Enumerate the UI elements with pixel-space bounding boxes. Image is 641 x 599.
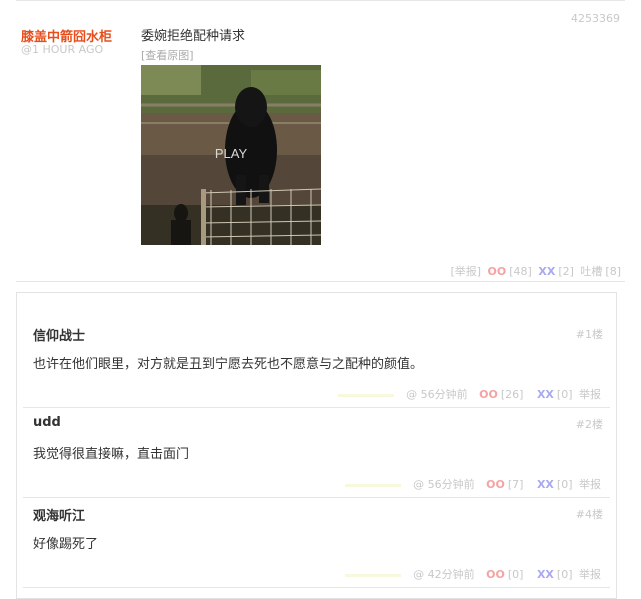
post-time: @1 HOUR AGO (21, 43, 104, 56)
comment-time: @ 56分钟前 (413, 478, 475, 491)
comment-time: @ 56分钟前 (406, 388, 468, 401)
report-button[interactable]: [举报] (450, 265, 481, 278)
oo-button[interactable]: OO (486, 568, 505, 581)
post-id: 4253369 (571, 12, 620, 25)
comment-author[interactable]: 观海听江 (33, 505, 85, 524)
comment-text: 好像踢死了 (33, 537, 99, 552)
xx-count: [0] (556, 388, 573, 401)
xx-button[interactable]: XX (537, 478, 554, 491)
report-button[interactable]: 举报 (579, 478, 601, 491)
report-button[interactable]: 举报 (579, 568, 601, 581)
tucao-count: [8] (605, 265, 621, 278)
comment-item: udd #2楼 我觉得很直接嘛，直击面门 @ 56分钟前 OO [7] XX [0]… (23, 408, 611, 498)
comment-footer: @ 56分钟前 OO [7] XX [0] 举报 (344, 476, 601, 492)
xx-count: [2] (558, 265, 574, 278)
report-button[interactable]: 举报 (579, 388, 601, 401)
oo-button[interactable]: OO (486, 478, 505, 491)
highlight-bar (337, 393, 394, 397)
view-original-link[interactable]: [查看原图] (141, 47, 194, 63)
comment-text: 也许在他们眼里，对方就是丑到宁愿去死也不愿意与之配种的颜值。 (33, 357, 424, 372)
oo-button[interactable]: OO (479, 388, 498, 401)
xx-count: [0] (556, 478, 573, 491)
video-thumbnail[interactable]: PLAY (141, 65, 321, 245)
highlight-bar (344, 483, 401, 487)
comment-floor[interactable]: #1楼 (576, 326, 603, 342)
comment-floor[interactable]: #4楼 (576, 506, 603, 522)
comments-panel: 信仰战士 #1楼 也许在他们眼里，对方就是丑到宁愿去死也不愿意与之配种的颜值。 … (16, 292, 617, 599)
highlight-bar (344, 573, 401, 577)
xx-button[interactable]: XX (538, 265, 555, 278)
comment-floor[interactable]: #2楼 (576, 416, 603, 432)
comment-item: 观海听江 #4楼 好像踢死了 @ 42分钟前 OO [0] XX [0] 举报 (23, 498, 611, 588)
post-divider (16, 281, 625, 282)
tucao-button[interactable]: 吐槽 (580, 265, 602, 278)
oo-count: [26] (500, 388, 524, 401)
xx-count: [0] (556, 568, 573, 581)
comment-text: 我觉得很直接嘛，直击面门 (33, 447, 190, 462)
comment-item: 信仰战士 #1楼 也许在他们眼里，对方就是丑到宁愿去死也不愿意与之配种的颜值。 … (23, 293, 611, 408)
oo-button[interactable]: OO (488, 265, 507, 278)
oo-count: [7] (507, 478, 524, 491)
post-text: 委婉拒绝配种请求 (141, 29, 246, 44)
xx-button[interactable]: XX (537, 568, 554, 581)
comment-footer: @ 56分钟前 OO [26] XX [0] 举报 (337, 386, 601, 402)
post-actions: [举报] OO [48] XX [2] 吐槽 [8] (447, 263, 621, 279)
xx-button[interactable]: XX (537, 388, 554, 401)
comment-author[interactable]: 信仰战士 (33, 325, 85, 344)
comment-author[interactable]: udd (33, 415, 61, 430)
post: 4253369 膝盖中箭囧水柜 @1 HOUR AGO 委婉拒绝配种请求 [查看… (0, 0, 641, 290)
comment-time: @ 42分钟前 (413, 568, 475, 581)
comment-footer: @ 42分钟前 OO [0] XX [0] 举报 (344, 566, 601, 582)
oo-count: [48] (509, 265, 532, 278)
oo-count: [0] (507, 568, 524, 581)
play-label: PLAY (214, 146, 248, 161)
